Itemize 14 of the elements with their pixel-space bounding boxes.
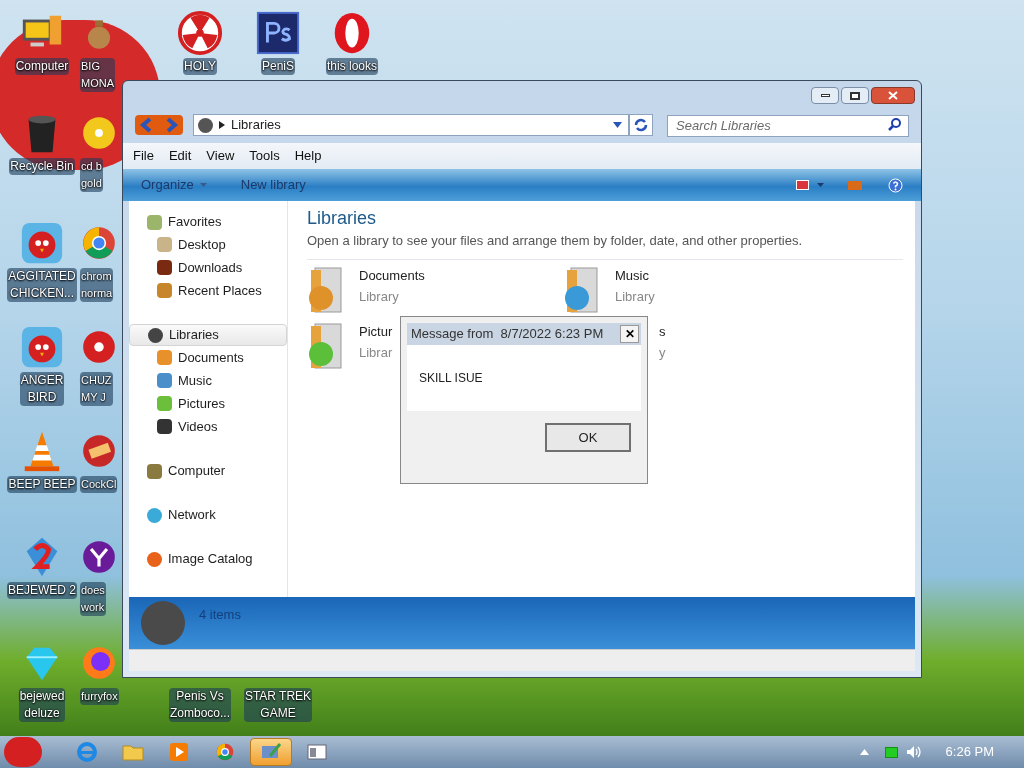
message-text: SKILL ISUE	[419, 370, 483, 387]
library-name: Pictur	[359, 322, 393, 341]
item-count: 4 items	[199, 606, 241, 624]
library-type: Library	[615, 288, 655, 306]
library-type: Librar	[359, 344, 393, 362]
library-name: Music	[615, 266, 650, 285]
address-text: Libraries	[231, 116, 282, 135]
library-type: Library	[359, 288, 400, 306]
library-name: Documents	[359, 266, 425, 285]
dialog-title: Message from 8/7/2022 6:23 PM	[411, 325, 604, 344]
library-type: y	[659, 344, 666, 362]
library-name: s	[659, 322, 666, 341]
page-title: Libraries	[307, 207, 378, 229]
page-description: Open a library to see your files and arrange them by folder, date, and other properties.	[307, 231, 903, 260]
